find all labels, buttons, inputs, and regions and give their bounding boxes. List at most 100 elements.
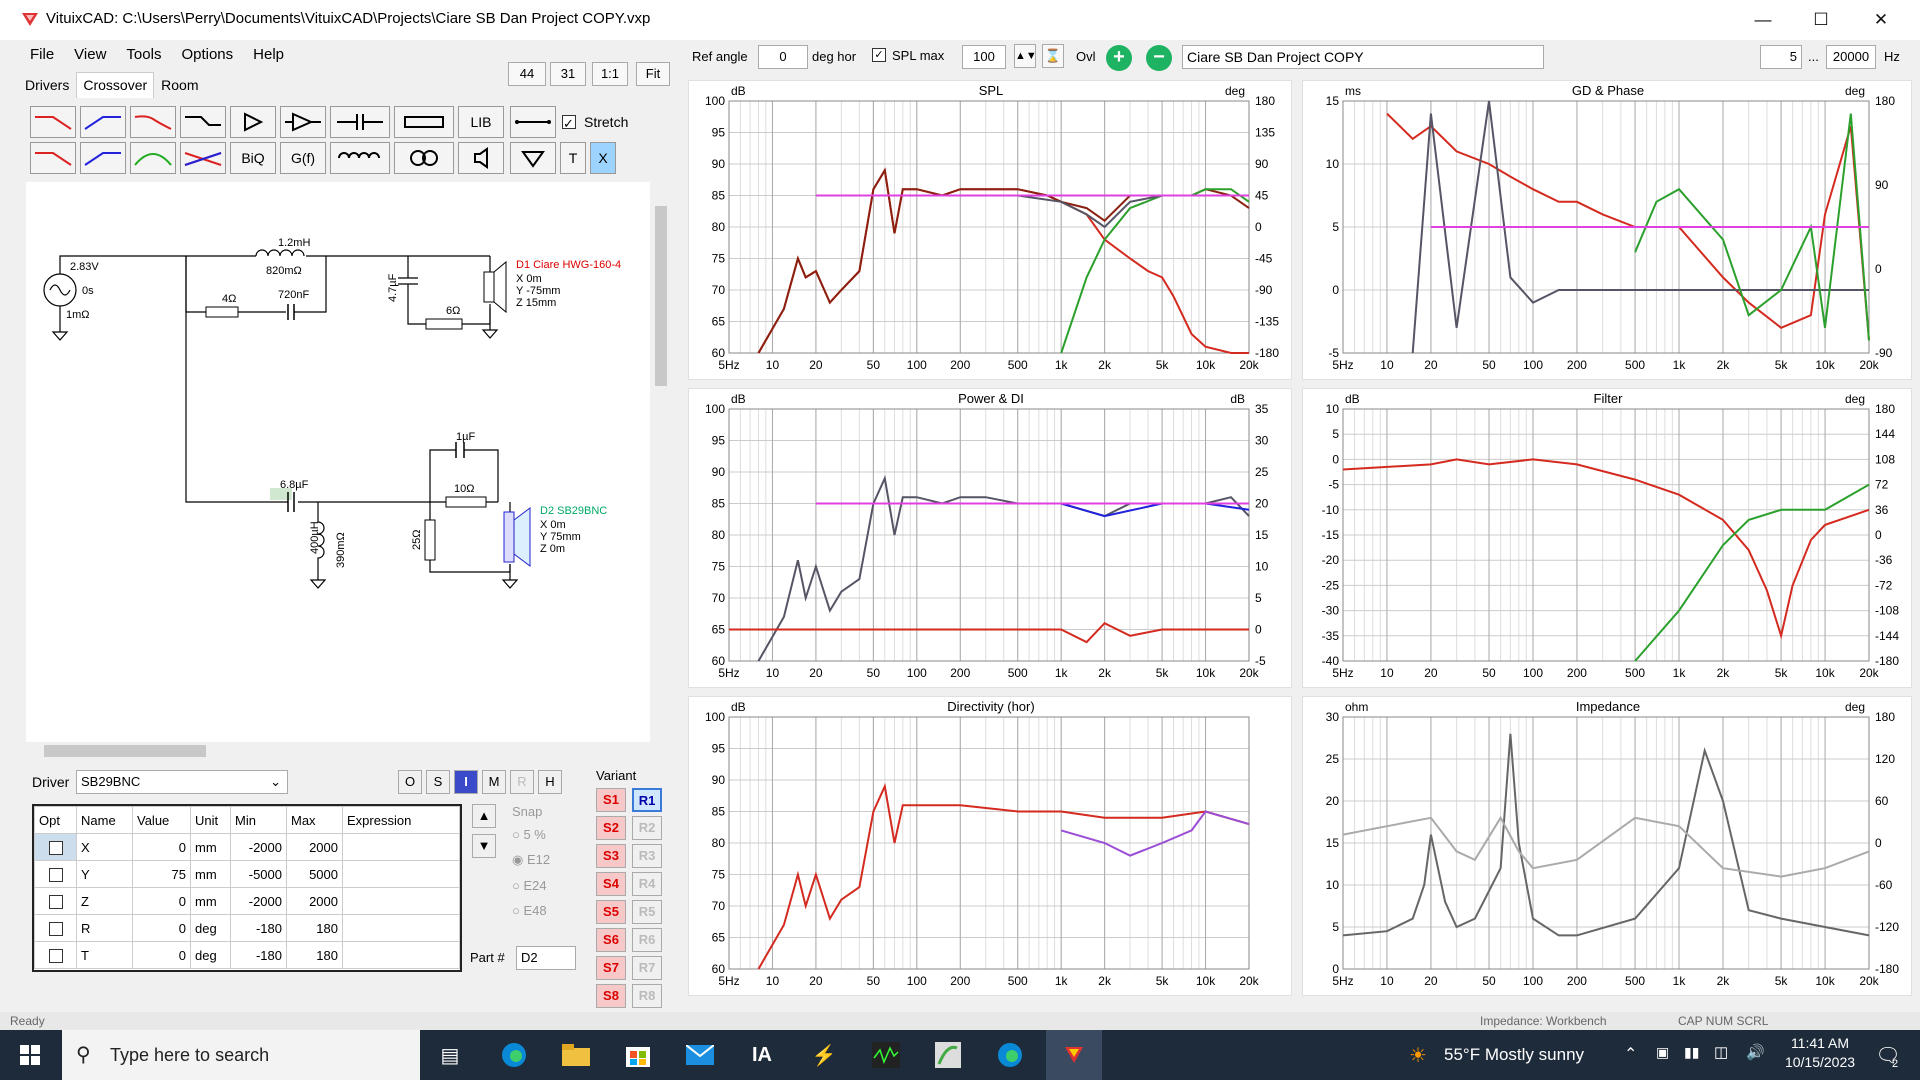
menu-view[interactable]: View: [64, 44, 116, 66]
menu-options[interactable]: Options: [171, 44, 243, 66]
opt-checkbox[interactable]: [48, 867, 63, 882]
minimize-button[interactable]: —: [1734, 0, 1792, 40]
tab-drivers[interactable]: Drivers: [18, 72, 76, 98]
snap-option-e24[interactable]: ○ E24: [512, 878, 592, 893]
zoom-1to1-button[interactable]: 1:1: [592, 62, 628, 86]
weather-text[interactable]: 55°F Mostly sunny: [1444, 1045, 1584, 1065]
move-down-button[interactable]: ▼: [472, 834, 496, 858]
zoom-a-field[interactable]: 44: [508, 62, 546, 86]
library-button[interactable]: LIB: [458, 106, 504, 138]
variant-s6-button[interactable]: S6: [596, 928, 626, 952]
speaker-icon[interactable]: [458, 142, 504, 174]
driver-o-button[interactable]: O: [398, 770, 422, 794]
variant-r1-button[interactable]: R1: [632, 788, 662, 812]
battery-icon[interactable]: ▮▮: [1684, 1044, 1699, 1061]
lightning-app-icon[interactable]: ⚡: [808, 1039, 840, 1071]
overlay-remove-icon[interactable]: −: [1146, 45, 1172, 71]
driver-i-button[interactable]: I: [454, 770, 478, 794]
tray-chevron-icon[interactable]: ⌃: [1624, 1044, 1637, 1064]
resistor-4ohm[interactable]: [205, 306, 239, 318]
driver-r-button[interactable]: R: [510, 770, 534, 794]
shelf-icon[interactable]: [180, 106, 226, 138]
menu-tools[interactable]: Tools: [116, 44, 171, 66]
variant-r6-button[interactable]: R6: [632, 928, 662, 952]
opt-checkbox[interactable]: [48, 921, 63, 936]
resistor-25ohm[interactable]: [424, 519, 436, 561]
move-up-button[interactable]: ▲: [472, 804, 496, 828]
variant-r7-button[interactable]: R7: [632, 956, 662, 980]
tab-room[interactable]: Room: [154, 72, 205, 98]
crossover-pair-icon[interactable]: [180, 142, 226, 174]
spl-chart[interactable]: 100 95 90 85 80 75 70 65 60 180 135 90 45 0 -45 -90 -135…: [688, 80, 1292, 380]
network-icon[interactable]: ◫: [1714, 1043, 1728, 1061]
spl-max-input[interactable]: 100: [962, 45, 1006, 69]
overlay-add-icon[interactable]: +: [1106, 45, 1132, 71]
driver-select[interactable]: SB29BNC ⌄: [76, 770, 288, 794]
zoom-b-field[interactable]: 31: [550, 62, 586, 86]
measurement-app-icon[interactable]: [932, 1039, 964, 1071]
variant-s5-button[interactable]: S5: [596, 900, 626, 924]
capacitor-icon[interactable]: [330, 106, 390, 138]
highpass-blue-2-icon[interactable]: [80, 142, 126, 174]
variant-s1-button[interactable]: S1: [596, 788, 626, 812]
vituixcad-taskbar-icon[interactable]: [1046, 1030, 1102, 1080]
edge-icon[interactable]: [498, 1039, 530, 1071]
table-row[interactable]: X 0 mm -2000 2000: [34, 833, 460, 861]
menu-help[interactable]: Help: [243, 44, 294, 66]
scope-app-icon[interactable]: [870, 1039, 902, 1071]
spl-max-checkbox[interactable]: ✓: [872, 48, 886, 62]
filter-chart[interactable]: 10 5 0 -5 -10 -15 -20 -25 -30 -35 -40 180 144 108 72 36…: [1302, 388, 1912, 688]
snap-option-5pct[interactable]: ○ 5 %: [512, 827, 592, 842]
tray-app-icon[interactable]: ▣: [1656, 1044, 1669, 1061]
freq-min-input[interactable]: 5: [1760, 45, 1802, 69]
windows-start-icon[interactable]: [14, 1039, 46, 1071]
wire-icon[interactable]: [510, 106, 556, 138]
stretch-checkbox[interactable]: ✓: [562, 115, 576, 131]
driver-s-button[interactable]: S: [426, 770, 450, 794]
maximize-button[interactable]: ☐: [1792, 0, 1850, 40]
updown-arrows-icon[interactable]: ▲▼: [1014, 44, 1037, 68]
store-icon[interactable]: [622, 1039, 654, 1071]
gd-phase-chart[interactable]: 15 10 5 0 -5 180 90 0 -90 5Hz 10 20 50 100 200 500 1k 2k 5…: [1302, 80, 1912, 380]
zoom-fit-button[interactable]: Fit: [636, 62, 670, 86]
file-explorer-icon[interactable]: [560, 1039, 592, 1071]
clock[interactable]: 11:41 AM 10/15/2023: [1778, 1035, 1862, 1070]
volume-icon[interactable]: 🔊: [1746, 1043, 1765, 1061]
close-button[interactable]: ✕: [1852, 0, 1910, 40]
driver-d2-speaker-icon[interactable]: [513, 507, 531, 567]
driver-m-button[interactable]: M: [482, 770, 506, 794]
search-box[interactable]: ⚲ Type here to search: [62, 1030, 420, 1080]
variant-r5-button[interactable]: R5: [632, 900, 662, 924]
part-number-input[interactable]: D2: [516, 946, 576, 970]
resistor-icon[interactable]: [394, 106, 454, 138]
variant-r4-button[interactable]: R4: [632, 872, 662, 896]
mail-icon[interactable]: [684, 1039, 716, 1071]
directivity-chart[interactable]: 100 95 90 85 80 75 70 65 60 5Hz 10 20 50 100 200 500 1k 2…: [688, 696, 1292, 996]
snap-option-e12[interactable]: ◉ E12: [512, 852, 592, 868]
t-button[interactable]: T: [560, 142, 586, 174]
impedance-chart[interactable]: 30 25 20 15 10 5 0 180 120 60 0 -60 -120 -180 5Hz 10 20 5…: [1302, 696, 1912, 996]
inductor-icon[interactable]: [330, 142, 390, 174]
resistor-10ohm[interactable]: [445, 496, 487, 508]
lowpass-red-2-icon[interactable]: [30, 142, 76, 174]
opt-checkbox[interactable]: [48, 840, 63, 855]
driver-h-button[interactable]: H: [538, 770, 562, 794]
highpass-blue-icon[interactable]: [80, 106, 126, 138]
tab-crossover[interactable]: Crossover: [76, 72, 155, 98]
variant-s7-button[interactable]: S7: [596, 956, 626, 980]
transformer-icon[interactable]: [394, 142, 454, 174]
table-row[interactable]: Y 75 mm -5000 5000: [34, 860, 460, 888]
schematic-canvas[interactable]: 2.83V 0s 1mΩ 1.2mH 820mΩ 4Ω 720nF 4.7µF …: [26, 182, 650, 742]
resistor-6ohm[interactable]: [425, 318, 463, 330]
driver-d1-speaker-icon[interactable]: [493, 260, 507, 314]
menu-file[interactable]: File: [20, 44, 64, 66]
schematic-hscroll[interactable]: [26, 742, 650, 760]
ground-icon[interactable]: [510, 142, 556, 174]
audacity-app-icon[interactable]: IA: [746, 1039, 778, 1071]
notifications-icon[interactable]: 🗨: [1872, 1039, 1904, 1071]
snap-option-e48[interactable]: ○ E48: [512, 903, 592, 918]
variant-s3-button[interactable]: S3: [596, 844, 626, 868]
schematic-vscroll[interactable]: [652, 182, 670, 742]
variant-s2-button[interactable]: S2: [596, 816, 626, 840]
opamp-icon[interactable]: [280, 106, 326, 138]
